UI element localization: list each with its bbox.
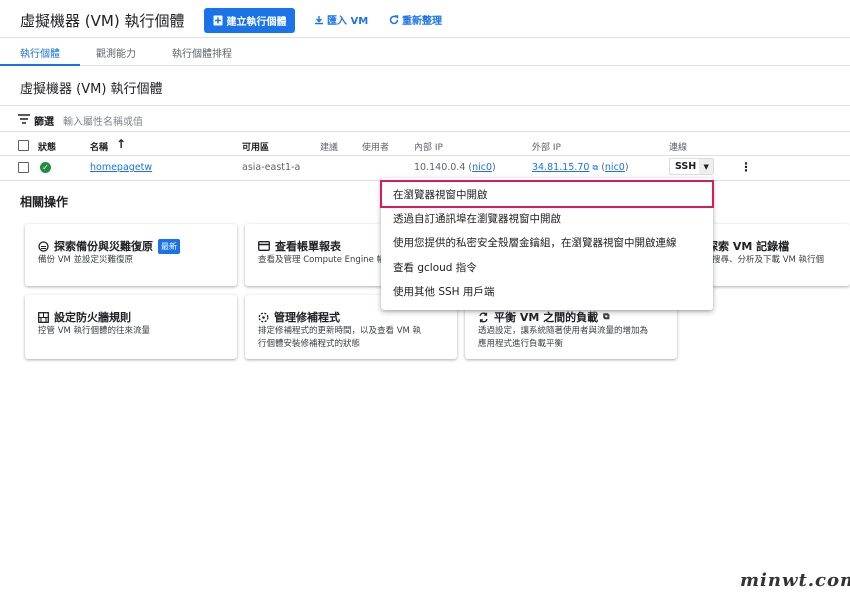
section-title: 虛擬機器 (VM) 執行個體 (20, 82, 163, 97)
refresh-label: 重新整理 (402, 16, 442, 27)
filter-bar[interactable]: 篩選 輸入屬性名稱或值 (0, 105, 850, 132)
ssh-button[interactable]: SSH ▼ (669, 158, 714, 175)
card-description: 透過設定，讓系統隨著使用者與流量的增加為 應用程式進行負載平衡 (478, 325, 673, 351)
tab-bar: 執行個體 觀測能力 執行個體排程 (0, 38, 850, 66)
card-title-row: 管理修補程式 (258, 309, 340, 325)
status-running-icon: ✓ (40, 162, 51, 173)
credit-card-icon (258, 241, 270, 251)
card-description: 備份 VM 並設定災難復原 (38, 255, 134, 265)
filter-label: 篩選 (34, 117, 54, 128)
card-backup-dr[interactable]: 探索備份與災難復原 最新 備份 VM 並設定災難復原 (25, 224, 237, 286)
watermark: minwt.com (740, 570, 850, 591)
card-title-row: 探索備份與災難復原 最新 (38, 238, 180, 254)
create-instance-button[interactable]: 建立執行個體 (204, 8, 295, 33)
col-name[interactable]: 名稱 (90, 140, 108, 153)
col-internal-ip: 內部 IP (414, 143, 443, 153)
col-in-use-by: 使用者 (362, 143, 390, 153)
menu-item-open-custom-port[interactable]: 透過自訂通訊埠在瀏覽器視窗中開啟 (381, 206, 713, 230)
external-ip-link[interactable]: 34.81.15.70 (532, 162, 589, 173)
card-firewall-rules[interactable]: 設定防火牆規則 控管 VM 執行個體的往來流量 (25, 295, 237, 359)
refresh-icon (389, 14, 399, 24)
more-actions-icon[interactable]: ⋮ (740, 160, 752, 174)
card-description-line: 應用程式進行負載平衡 (478, 339, 564, 349)
load-balance-icon (479, 312, 488, 322)
col-status: 狀態 (38, 143, 57, 153)
card-title: 探索備份與災難復原 (54, 240, 153, 253)
tab-observability[interactable]: 觀測能力 (96, 45, 136, 60)
filter-input[interactable]: 輸入屬性名稱或值 (63, 113, 143, 128)
card-title: 管理修補程式 (274, 311, 340, 324)
card-title: 設定防火牆規則 (54, 311, 131, 324)
related-actions-title: 相關操作 (20, 195, 69, 209)
external-ip: 34.81.15.70 ⧉ (nic0) (532, 162, 629, 173)
card-title-row: 探索 VM 記錄檔 (707, 238, 789, 254)
download-icon (315, 15, 323, 24)
create-instance-label: 建立執行個體 (226, 17, 287, 28)
col-zone: 可用區 (242, 143, 270, 153)
page-title: 虛擬機器 (VM) 執行個體 (20, 12, 185, 30)
backup-icon (38, 240, 49, 252)
new-badge: 最新 (158, 238, 180, 254)
firewall-icon (38, 311, 49, 323)
row-checkbox[interactable] (18, 162, 29, 173)
open-new-tab-icon: ⧉ (603, 312, 610, 322)
card-description-line: 行個體安裝修補程式的狀態 (258, 339, 361, 349)
card-description: 排定修補程式的更新時間，以及查看 VM 執 行個體安裝修補程式的狀態 (258, 325, 453, 351)
highlight-box (380, 180, 714, 208)
card-description: 控管 VM 執行個體的往來流量 (38, 326, 151, 336)
open-external-icon[interactable]: ⧉ (592, 163, 598, 172)
card-title: 平衡 VM 之間的負載 (494, 311, 599, 324)
header-divider (0, 155, 850, 156)
internal-ip-value: 10.140.0.4 (414, 162, 466, 173)
card-title-row: 平衡 VM 之間的負載 ⧉ (478, 309, 610, 325)
card-title-row: 設定防火牆規則 (38, 309, 131, 325)
menu-item-gcloud-command[interactable]: 查看 gcloud 指令 (381, 255, 713, 279)
patch-icon (258, 312, 269, 322)
top-bar: 虛擬機器 (VM) 執行個體 建立執行個體 匯入 VM 重新整理 (0, 0, 850, 38)
col-external-ip: 外部 IP (532, 143, 561, 153)
menu-item-open-private-key[interactable]: 使用您提供的私密安全殼層金鑰組，在瀏覽器視窗中開啟連線 (381, 230, 713, 254)
card-description-line: 透過設定，讓系統隨著使用者與流量的增加為 (478, 326, 649, 336)
instance-name-link[interactable]: homepagetw (90, 162, 152, 173)
internal-nic-link[interactable]: nic0 (472, 162, 492, 173)
card-title: 查看帳單報表 (275, 240, 341, 253)
col-recommendations: 建議 (320, 143, 339, 153)
card-title: 探索 VM 記錄檔 (707, 240, 790, 253)
tab-instances[interactable]: 執行個體 (20, 45, 60, 60)
sort-ascending-icon[interactable]: ↑ (116, 137, 126, 151)
card-description-line: 排定修補程式的更新時間，以及查看 VM 執 (258, 326, 422, 336)
card-description: 查看及管理 Compute Engine 帳 (258, 255, 385, 265)
add-instance-icon (213, 15, 222, 26)
select-all-checkbox[interactable] (18, 140, 29, 151)
ssh-label: SSH (675, 161, 697, 172)
col-connect: 連線 (669, 143, 688, 153)
internal-ip: 10.140.0.4 (nic0) (414, 162, 496, 173)
refresh-button[interactable]: 重新整理 (389, 12, 442, 27)
card-description: 搜尋、分析及下載 VM 執行個 (712, 255, 825, 265)
ssh-dropdown-icon[interactable]: ▼ (699, 159, 713, 174)
external-nic-link[interactable]: nic0 (605, 162, 625, 173)
card-title-row: 查看帳單報表 (258, 238, 341, 254)
tab-instance-schedules[interactable]: 執行個體排程 (172, 45, 232, 60)
instance-zone: asia-east1-a (242, 162, 301, 173)
active-tab-indicator (0, 64, 80, 66)
menu-item-other-ssh-client[interactable]: 使用其他 SSH 用戶端 (381, 279, 713, 303)
filter-icon (18, 114, 30, 124)
import-vm-label: 匯入 VM (327, 16, 369, 27)
import-vm-button[interactable]: 匯入 VM (314, 12, 368, 27)
